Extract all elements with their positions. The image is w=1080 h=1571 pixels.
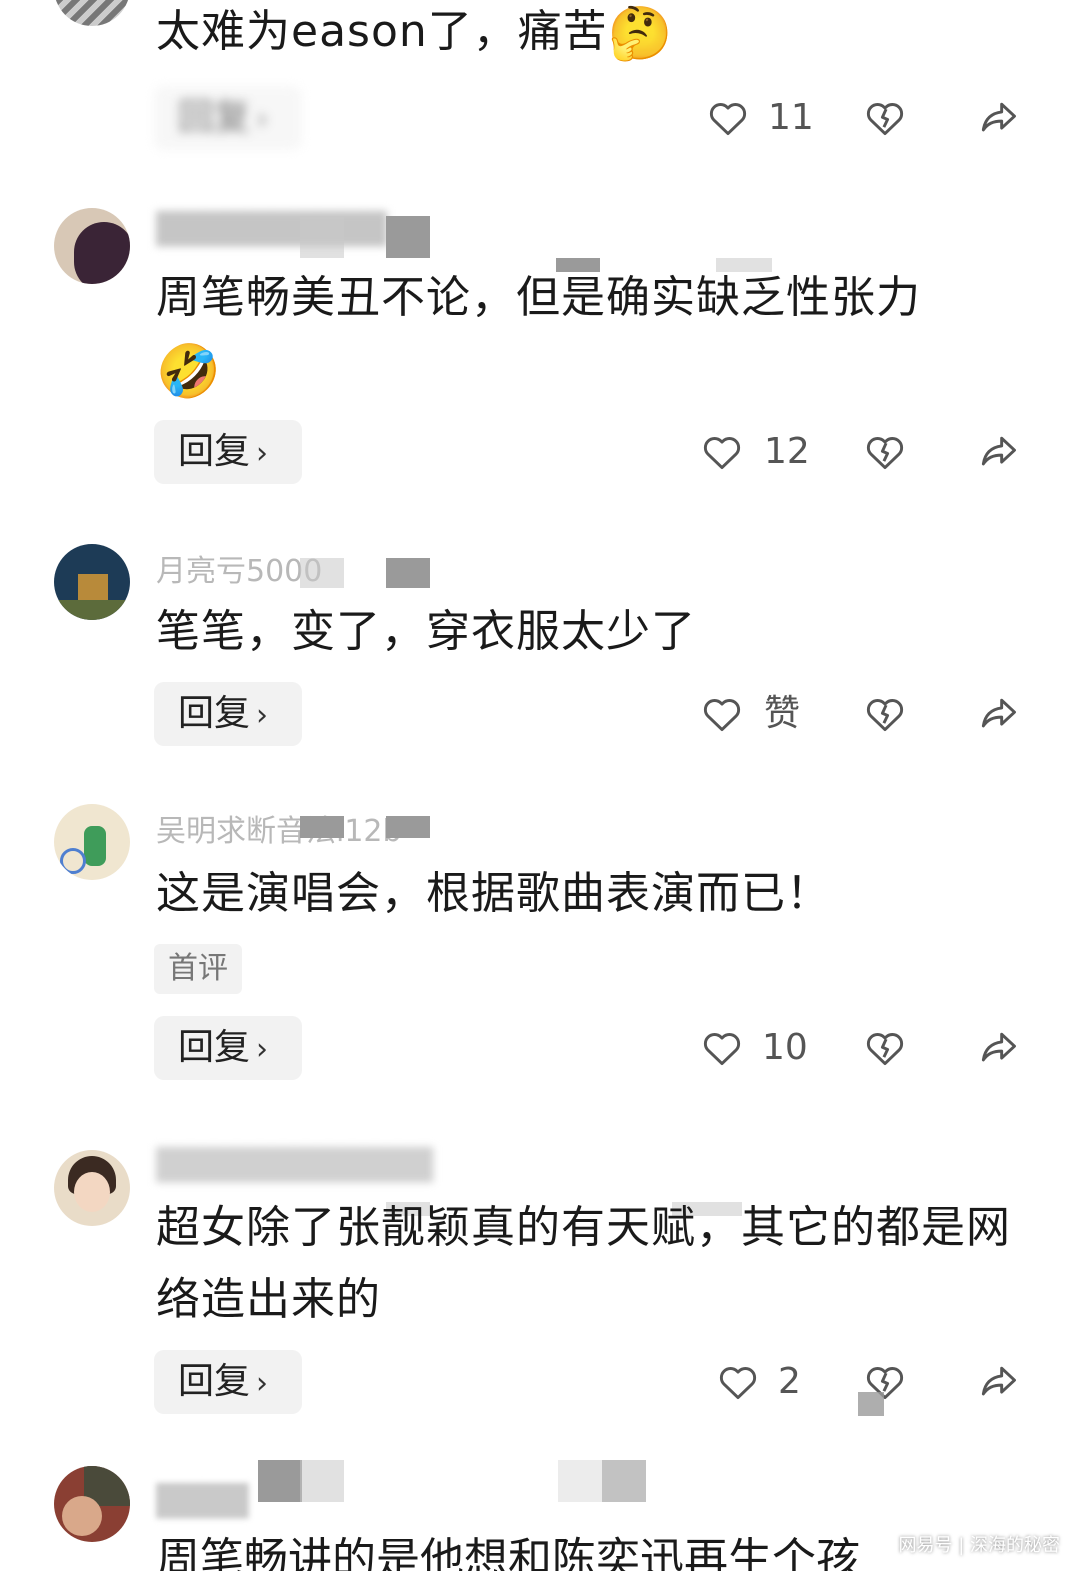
first-comment-badge: 首评 xyxy=(154,944,242,994)
broken-heart-icon[interactable] xyxy=(862,1026,908,1070)
watermark: 网易号 | 深海的秘密 xyxy=(898,1535,1060,1556)
comment-text: 超女除了张靓颖真的有天赋，其它的都是网络造出来的 xyxy=(156,1202,1011,1325)
like-count: 10 xyxy=(762,1027,808,1068)
avatar[interactable] xyxy=(54,1150,130,1226)
chevron-right-icon: › xyxy=(256,1366,269,1401)
redaction-block xyxy=(386,216,430,258)
redaction-block xyxy=(602,1460,646,1502)
reply-button[interactable]: 回复 › xyxy=(154,86,302,150)
laughing-emoji-icon: 🤣 xyxy=(156,342,222,402)
comment-text: 笔笔，变了，穿衣服太少了 xyxy=(156,606,696,657)
share-arrow-icon[interactable] xyxy=(974,96,1022,140)
avatar[interactable] xyxy=(54,804,130,880)
redaction-block xyxy=(386,558,430,588)
comment-text: 太难为eason了，痛苦🤔 xyxy=(156,0,1016,70)
thinking-emoji-icon: 🤔 xyxy=(607,4,674,64)
redaction-block xyxy=(300,1460,344,1502)
avatar[interactable] xyxy=(54,1466,130,1542)
username-blurred[interactable]: ██████████ xyxy=(156,210,536,250)
avatar[interactable] xyxy=(54,208,130,284)
comment-text: 周笔畅美丑不论，但是确实缺乏性张力 🤣 xyxy=(156,262,1016,408)
avatar[interactable] xyxy=(54,544,130,620)
comment-text: 周笔畅讲的是他想和陈奕迅再生个孩 xyxy=(156,1534,860,1571)
redaction-block xyxy=(300,816,344,838)
heart-outline-icon[interactable] xyxy=(706,96,750,140)
avatar[interactable] xyxy=(54,0,130,26)
redaction-block xyxy=(258,1460,302,1502)
like-label: 赞 xyxy=(764,693,801,734)
like-count: 11 xyxy=(768,97,814,138)
chevron-right-icon: › xyxy=(256,102,269,137)
redaction-block xyxy=(556,258,600,272)
redaction-block xyxy=(300,216,344,258)
reply-button[interactable]: 回复 › xyxy=(154,1016,302,1080)
like-count: 2 xyxy=(778,1361,801,1402)
broken-heart-icon[interactable] xyxy=(862,430,908,474)
redaction-block xyxy=(558,1460,602,1502)
chevron-right-icon: › xyxy=(256,698,269,733)
share-arrow-icon[interactable] xyxy=(974,1026,1022,1070)
share-arrow-icon[interactable] xyxy=(974,692,1022,736)
reply-button[interactable]: 回复 › xyxy=(154,682,302,746)
reply-button[interactable]: 回复 › xyxy=(154,1350,302,1414)
username-blurred[interactable]: ████████████ xyxy=(156,1146,556,1186)
heart-outline-icon[interactable] xyxy=(700,1026,744,1070)
reply-button[interactable]: 回复 › xyxy=(154,420,302,484)
redaction-block xyxy=(300,558,344,588)
like-count: 12 xyxy=(764,431,810,472)
username-blurred[interactable]: ████ xyxy=(156,1482,256,1522)
redaction-block xyxy=(716,258,772,272)
chevron-right-icon: › xyxy=(256,1032,269,1067)
comment-text: 这是演唱会，根据歌曲表演而已！ xyxy=(156,868,831,919)
broken-heart-icon[interactable] xyxy=(862,96,908,140)
heart-outline-icon[interactable] xyxy=(700,430,744,474)
heart-outline-icon[interactable] xyxy=(716,1360,760,1404)
chevron-right-icon: › xyxy=(256,436,269,471)
share-arrow-icon[interactable] xyxy=(974,1360,1022,1404)
redaction-block xyxy=(386,816,430,838)
heart-outline-icon[interactable] xyxy=(700,692,744,736)
redaction-block xyxy=(858,1392,884,1416)
broken-heart-icon[interactable] xyxy=(862,692,908,736)
share-arrow-icon[interactable] xyxy=(974,430,1022,474)
